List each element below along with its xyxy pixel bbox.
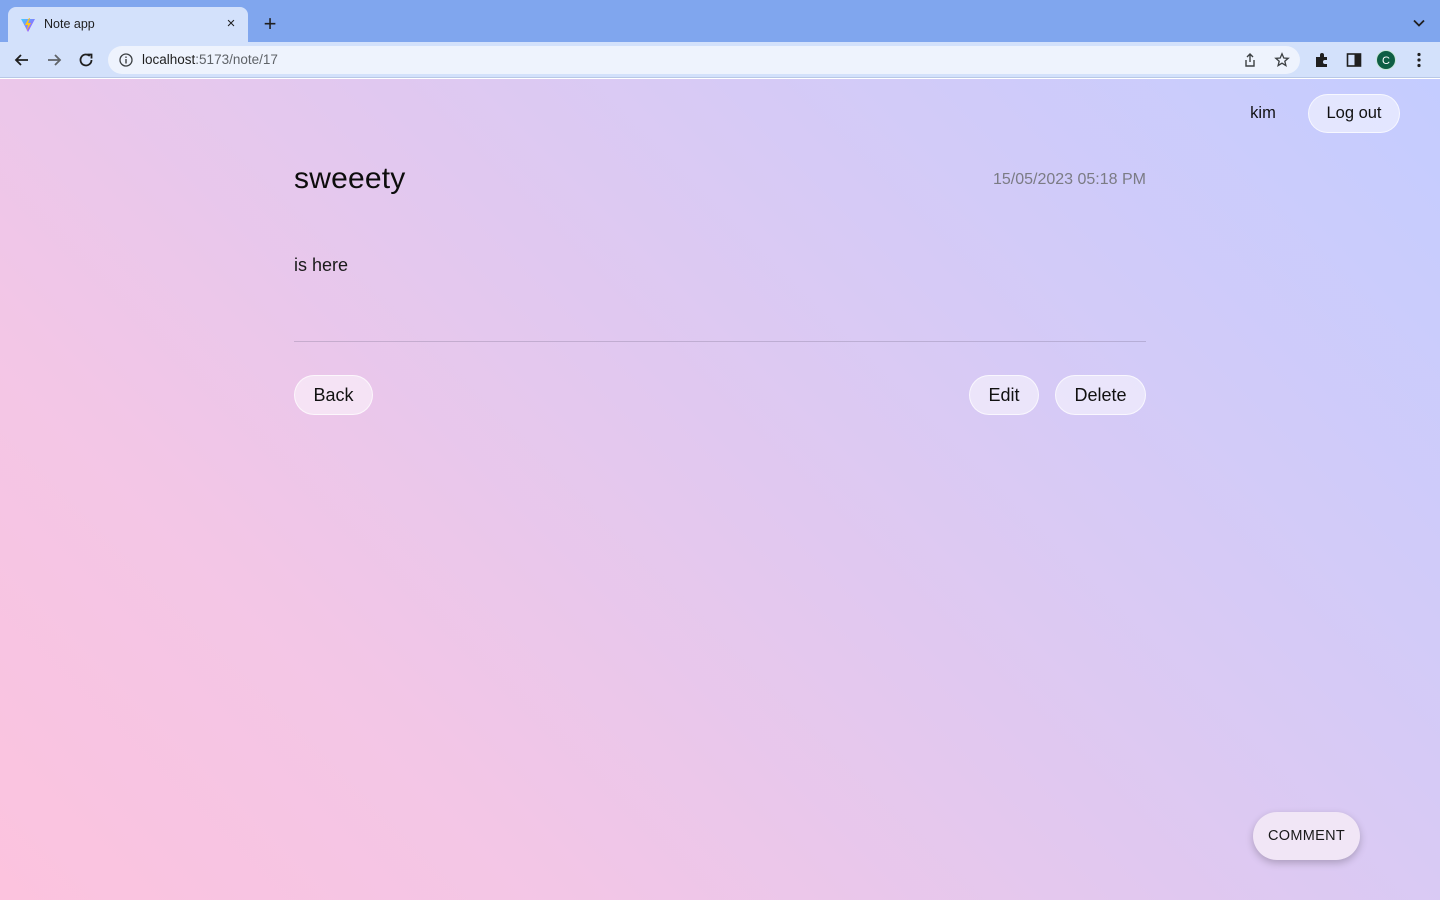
logout-button[interactable]: Log out (1308, 94, 1400, 133)
url-path: :5173/note/17 (195, 52, 278, 67)
site-info-icon[interactable] (119, 53, 133, 67)
vite-logo-icon (21, 18, 35, 32)
note-body: is here (294, 255, 349, 275)
browser-toolbar: localhost:5173/note/17 C (0, 42, 1440, 78)
browser-tab[interactable]: Note app × (8, 7, 248, 42)
username-label: kim (1250, 104, 1276, 122)
note-date: 15/05/2023 05:18 PM (992, 171, 1146, 188)
tab-close-icon[interactable]: × (222, 15, 240, 33)
note-title: sweeety (294, 162, 406, 195)
reload-icon[interactable] (76, 50, 96, 70)
url-host: localhost (142, 52, 196, 67)
browser-menu-icon[interactable] (1410, 51, 1428, 69)
side-panel-icon[interactable] (1345, 51, 1363, 69)
comment-button[interactable]: COMMENT (1253, 812, 1360, 860)
address-bar[interactable]: localhost:5173/note/17 (108, 46, 1300, 74)
back-button[interactable]: Back (294, 375, 373, 415)
divider (294, 341, 1146, 342)
url-text: localhost:5173/note/17 (142, 52, 278, 67)
back-arrow-icon[interactable] (12, 50, 32, 70)
edit-button[interactable]: Edit (969, 375, 1039, 415)
browser-tabstrip: Note app × + (0, 0, 1440, 42)
forward-arrow-icon[interactable] (44, 50, 64, 70)
profile-avatar[interactable]: C (1376, 50, 1396, 70)
new-tab-icon[interactable]: + (260, 13, 280, 35)
bookmark-star-icon[interactable] (1274, 52, 1290, 68)
delete-button[interactable]: Delete (1055, 375, 1146, 415)
tab-search-chevron-icon[interactable] (1412, 16, 1426, 30)
extensions-puzzle-icon[interactable] (1313, 51, 1331, 69)
share-icon[interactable] (1242, 52, 1258, 68)
tab-title: Note app (44, 17, 95, 31)
note-page: kim Log out sweeety 15/05/2023 05:18 PM … (0, 79, 1440, 900)
